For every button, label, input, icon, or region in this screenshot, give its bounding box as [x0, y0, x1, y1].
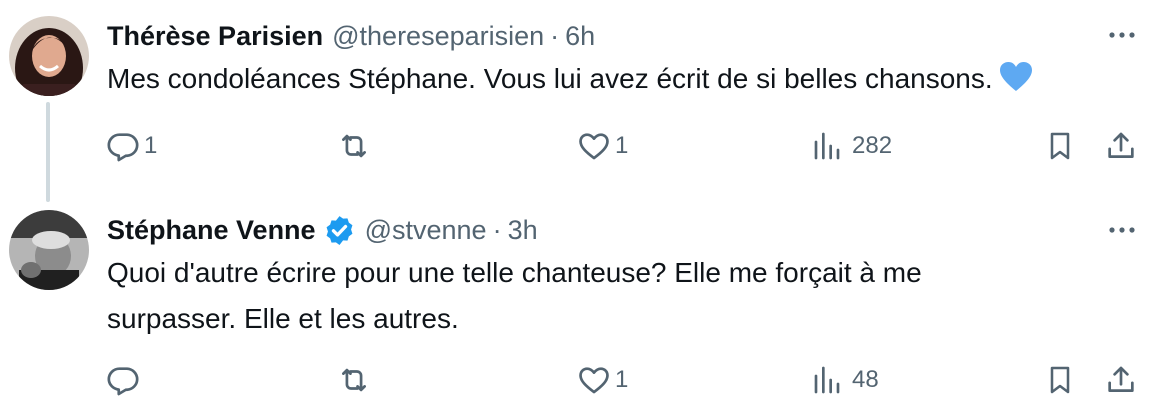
reply-icon [107, 367, 139, 396]
like-icon [579, 367, 609, 394]
share-button[interactable] [1104, 360, 1138, 400]
tweet-reply[interactable]: Thérèse Parisien @thereseparisien · 6h M… [0, 0, 1164, 200]
view-count: 48 [852, 366, 879, 393]
share-button[interactable] [1104, 126, 1138, 166]
avatar[interactable] [9, 16, 89, 96]
action-bar: 1 1 282 [0, 126, 1164, 166]
timestamp[interactable]: 6h [565, 21, 595, 52]
share-icon [1108, 132, 1134, 158]
reply-button[interactable] [106, 360, 144, 400]
reply-icon [107, 133, 139, 162]
tweet-text: Mes condoléances Stéphane. Vous lui avez… [107, 56, 1124, 102]
retweet-button[interactable] [336, 126, 376, 166]
reply-count: 1 [144, 132, 158, 159]
author-name[interactable]: Thérèse Parisien [107, 21, 323, 52]
more-icon[interactable] [1102, 20, 1142, 50]
bookmark-button[interactable] [1044, 126, 1076, 166]
timestamp[interactable]: 3h [508, 215, 538, 246]
retweet-button[interactable] [336, 360, 376, 400]
reply-button[interactable]: 1 [106, 126, 157, 166]
retweet-icon [342, 368, 366, 392]
like-count: 1 [615, 366, 629, 393]
tweet-reply[interactable]: Stéphane Venne @stvenne · 3h Quoi d'autr… [0, 200, 1164, 420]
separator-dot: · [550, 20, 560, 51]
like-icon [579, 133, 609, 160]
separator-dot: · [492, 214, 502, 245]
view-count: 282 [852, 132, 893, 159]
verified-badge-icon[interactable] [323, 214, 356, 247]
views-button[interactable]: 48 [812, 360, 879, 400]
bookmark-icon [1050, 132, 1070, 160]
retweet-icon [342, 134, 366, 158]
more-icon[interactable] [1102, 215, 1142, 245]
tweet-text: Quoi d'autre écrire pour une telle chant… [107, 257, 922, 334]
bookmark-button[interactable] [1044, 360, 1076, 400]
like-count: 1 [615, 132, 629, 159]
blue-heart-emoji [999, 61, 1033, 93]
author-handle[interactable]: @thereseparisien [332, 21, 544, 52]
views-icon [814, 366, 840, 394]
views-icon [814, 132, 840, 160]
action-bar: 1 48 [0, 360, 1164, 400]
views-button[interactable]: 282 [812, 126, 892, 166]
like-button[interactable]: 1 [577, 360, 628, 400]
avatar[interactable] [9, 210, 89, 290]
bookmark-icon [1050, 366, 1070, 394]
author-name[interactable]: Stéphane Venne [107, 215, 316, 246]
like-button[interactable]: 1 [577, 126, 628, 166]
share-icon [1108, 366, 1134, 392]
author-handle[interactable]: @stvenne [365, 215, 487, 246]
tweet-text-content: Mes condoléances Stéphane. Vous lui avez… [107, 63, 993, 94]
